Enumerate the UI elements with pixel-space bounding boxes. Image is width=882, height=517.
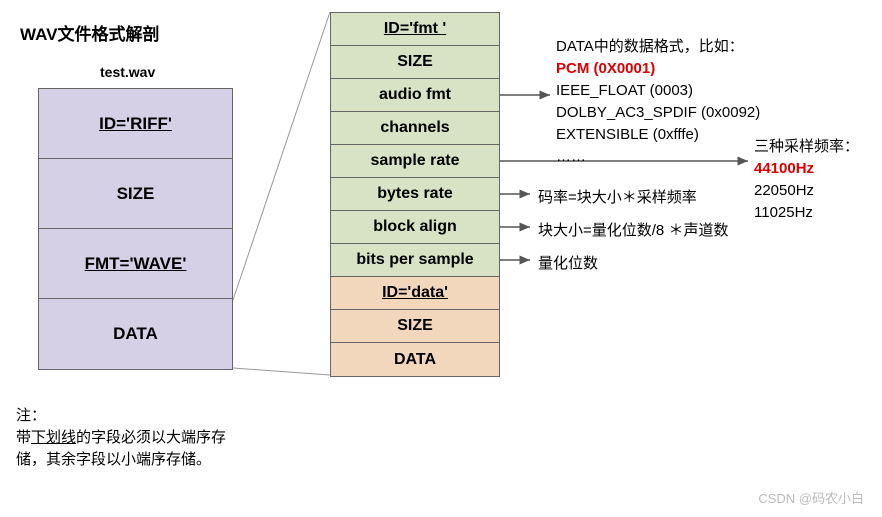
data-data-cell: DATA: [331, 343, 499, 376]
riff-chunk-box: ID='RIFF' SIZE FMT='WAVE' DATA: [38, 88, 233, 370]
format-ext: EXTENSIBLE (0xfffe): [556, 124, 760, 146]
sample-rate-list: 三种采样频率： 44100Hz 22050Hz 11025Hz: [754, 136, 859, 224]
note-line2a: 带: [16, 429, 31, 446]
format-header: DATA中的数据格式，比如：: [556, 36, 760, 58]
bits-per-sample-cell: bits per sample: [331, 244, 499, 277]
sr-44100: 44100Hz: [754, 158, 859, 180]
riff-data-cell: DATA: [39, 299, 232, 369]
watermark: CSDN @码农小白: [758, 488, 864, 507]
riff-size-cell: SIZE: [39, 159, 232, 229]
channels-cell: channels: [331, 112, 499, 145]
riff-fmt-cell: FMT='WAVE': [39, 229, 232, 299]
endianness-note: 注： 带下划线的字段必须以大端序存储，其余字段以小端序存储。: [16, 405, 246, 471]
fmt-id-cell: ID='fmt ': [331, 13, 499, 46]
bits-annotation: 量化位数: [538, 252, 598, 273]
fmt-size-cell: SIZE: [331, 46, 499, 79]
sr-header: 三种采样频率：: [754, 136, 859, 158]
format-dolby: DOLBY_AC3_SPDIF (0x0092): [556, 102, 760, 124]
bytes-rate-cell: bytes rate: [331, 178, 499, 211]
sr-11025: 11025Hz: [754, 202, 859, 224]
data-size-cell: SIZE: [331, 310, 499, 343]
format-list: DATA中的数据格式，比如： PCM (0X0001) IEEE_FLOAT (…: [556, 36, 760, 168]
format-pcm: PCM (0X0001): [556, 58, 760, 80]
filename-label: test.wav: [100, 64, 155, 80]
sample-rate-cell: sample rate: [331, 145, 499, 178]
audio-fmt-cell: audio fmt: [331, 79, 499, 112]
sr-22050: 22050Hz: [754, 180, 859, 202]
diagram-title: WAV文件格式解剖: [20, 20, 159, 45]
format-more: ……: [556, 146, 760, 168]
fmt-chunk-box: ID='fmt ' SIZE audio fmt channels sample…: [330, 12, 500, 377]
data-id-cell: ID='data': [331, 277, 499, 310]
note-line1: 注：: [16, 407, 46, 424]
format-ieee: IEEE_FLOAT (0003): [556, 80, 760, 102]
block-align-annotation: 块大小=量化位数/8 ＊声道数: [538, 219, 728, 240]
riff-id-cell: ID='RIFF': [39, 89, 232, 159]
block-align-cell: block align: [331, 211, 499, 244]
note-line2b: 下划线: [31, 429, 76, 446]
bytes-rate-annotation: 码率=块大小＊采样频率: [538, 186, 697, 207]
